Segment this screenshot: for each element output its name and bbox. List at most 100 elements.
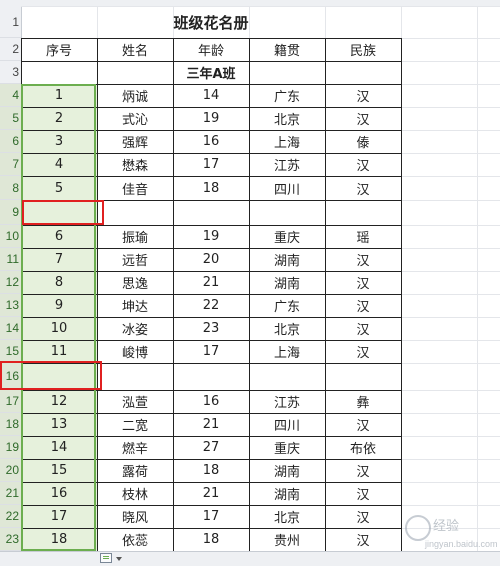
table-cell[interactable]: 傣: [325, 130, 401, 153]
table-cell[interactable]: 湖南: [249, 248, 325, 271]
table-cell[interactable]: 9: [21, 294, 97, 317]
spreadsheet-view[interactable]: 1 2 3 4 5 6 7 8 9 10 11 12 13 14 15 16 17 18 19 20 21 22 23 班级…: [0, 0, 500, 566]
table-cell[interactable]: 27: [173, 436, 249, 459]
table-cell[interactable]: 汉: [325, 84, 401, 107]
column-header[interactable]: 民族: [325, 38, 401, 61]
sheet-title[interactable]: 班级花名册: [21, 6, 401, 38]
table-cell[interactable]: 汉: [325, 317, 401, 340]
table-cell[interactable]: 20: [173, 248, 249, 271]
row-number[interactable]: 2: [0, 38, 21, 61]
table-cell[interactable]: 佳音: [97, 176, 173, 200]
table-cell[interactable]: 懋森: [97, 153, 173, 176]
table-cell[interactable]: 强辉: [97, 130, 173, 153]
table-cell[interactable]: 炳诚: [97, 84, 173, 107]
table-cell[interactable]: 4: [21, 153, 97, 176]
table-cell[interactable]: 振瑜: [97, 225, 173, 248]
table-cell[interactable]: 13: [21, 413, 97, 436]
table-cell[interactable]: 汉: [325, 153, 401, 176]
table-cell[interactable]: 汉: [325, 482, 401, 505]
row-number[interactable]: 6: [0, 130, 21, 153]
blank-cell[interactable]: [249, 363, 325, 390]
row-number[interactable]: 7: [0, 153, 21, 176]
table-cell[interactable]: 11: [21, 340, 97, 363]
table-cell[interactable]: 16: [173, 390, 249, 413]
row-number[interactable]: 10: [0, 225, 21, 248]
table-cell[interactable]: 汉: [325, 528, 401, 551]
table-cell[interactable]: 露荷: [97, 459, 173, 482]
table-cell[interactable]: 湖南: [249, 482, 325, 505]
table-cell[interactable]: 彝: [325, 390, 401, 413]
table-cell[interactable]: 22: [173, 294, 249, 317]
table-cell[interactable]: 17: [173, 340, 249, 363]
table-cell[interactable]: 1: [21, 84, 97, 107]
chevron-down-icon[interactable]: [116, 557, 122, 561]
table-cell[interactable]: 四川: [249, 413, 325, 436]
row-number[interactable]: 5: [0, 107, 21, 130]
table-cell[interactable]: 汉: [325, 271, 401, 294]
column-header[interactable]: 姓名: [97, 38, 173, 61]
table-cell[interactable]: 北京: [249, 107, 325, 130]
table-cell[interactable]: 广东: [249, 294, 325, 317]
table-cell[interactable]: 北京: [249, 505, 325, 528]
table-cell[interactable]: 17: [21, 505, 97, 528]
blank-cell[interactable]: [173, 363, 249, 390]
table-cell[interactable]: 上海: [249, 130, 325, 153]
table-cell[interactable]: 式沁: [97, 107, 173, 130]
table-cell[interactable]: 2: [21, 107, 97, 130]
row-number[interactable]: 1: [0, 6, 21, 38]
row-number[interactable]: 13: [0, 294, 21, 317]
row-number[interactable]: 14: [0, 317, 21, 340]
row-number[interactable]: 20: [0, 459, 21, 482]
table-cell[interactable]: 12: [21, 390, 97, 413]
table-cell[interactable]: 汉: [325, 459, 401, 482]
table-cell[interactable]: 8: [21, 271, 97, 294]
table-cell[interactable]: 依蕊: [97, 528, 173, 551]
table-cell[interactable]: 二宽: [97, 413, 173, 436]
table-cell[interactable]: 14: [21, 436, 97, 459]
row-number[interactable]: 11: [0, 248, 21, 271]
table-cell[interactable]: 21: [173, 271, 249, 294]
table-cell[interactable]: 汉: [325, 505, 401, 528]
table-cell[interactable]: 四川: [249, 176, 325, 200]
row-number[interactable]: 8: [0, 176, 21, 200]
table-cell[interactable]: 21: [173, 413, 249, 436]
table-cell[interactable]: 3: [21, 130, 97, 153]
table-cell[interactable]: 坤达: [97, 294, 173, 317]
blank-cell[interactable]: [173, 200, 249, 225]
table-cell[interactable]: 枝林: [97, 482, 173, 505]
table-cell[interactable]: 峻博: [97, 340, 173, 363]
table-cell[interactable]: 10: [21, 317, 97, 340]
blank-cell[interactable]: [325, 363, 401, 390]
section-label[interactable]: 三年A班: [21, 61, 401, 84]
table-cell[interactable]: 布依: [325, 436, 401, 459]
blank-cell[interactable]: [97, 200, 173, 225]
table-cell[interactable]: 北京: [249, 317, 325, 340]
table-cell[interactable]: 17: [173, 505, 249, 528]
table-cell[interactable]: 5: [21, 176, 97, 200]
table-cell[interactable]: 18: [173, 176, 249, 200]
table-cell[interactable]: 16: [21, 482, 97, 505]
table-cell[interactable]: 18: [21, 528, 97, 551]
table-cell[interactable]: 21: [173, 482, 249, 505]
clipboard-icon[interactable]: [100, 553, 112, 563]
table-cell[interactable]: 湖南: [249, 459, 325, 482]
table-cell[interactable]: 广东: [249, 84, 325, 107]
table-cell[interactable]: 江苏: [249, 390, 325, 413]
table-cell[interactable]: 23: [173, 317, 249, 340]
row-number[interactable]: 12: [0, 271, 21, 294]
table-cell[interactable]: 思逸: [97, 271, 173, 294]
table-cell[interactable]: 重庆: [249, 436, 325, 459]
table-cell[interactable]: 重庆: [249, 225, 325, 248]
table-cell[interactable]: 19: [173, 107, 249, 130]
table-cell[interactable]: 18: [173, 459, 249, 482]
row-number[interactable]: 18: [0, 413, 21, 436]
table-cell[interactable]: 17: [173, 153, 249, 176]
row-number[interactable]: 23: [0, 528, 21, 551]
table-cell[interactable]: 瑶: [325, 225, 401, 248]
row-number[interactable]: 3: [0, 61, 21, 84]
table-cell[interactable]: 江苏: [249, 153, 325, 176]
table-cell[interactable]: 18: [173, 528, 249, 551]
table-cell[interactable]: 15: [21, 459, 97, 482]
row-number[interactable]: 22: [0, 505, 21, 528]
table-cell[interactable]: 汉: [325, 248, 401, 271]
